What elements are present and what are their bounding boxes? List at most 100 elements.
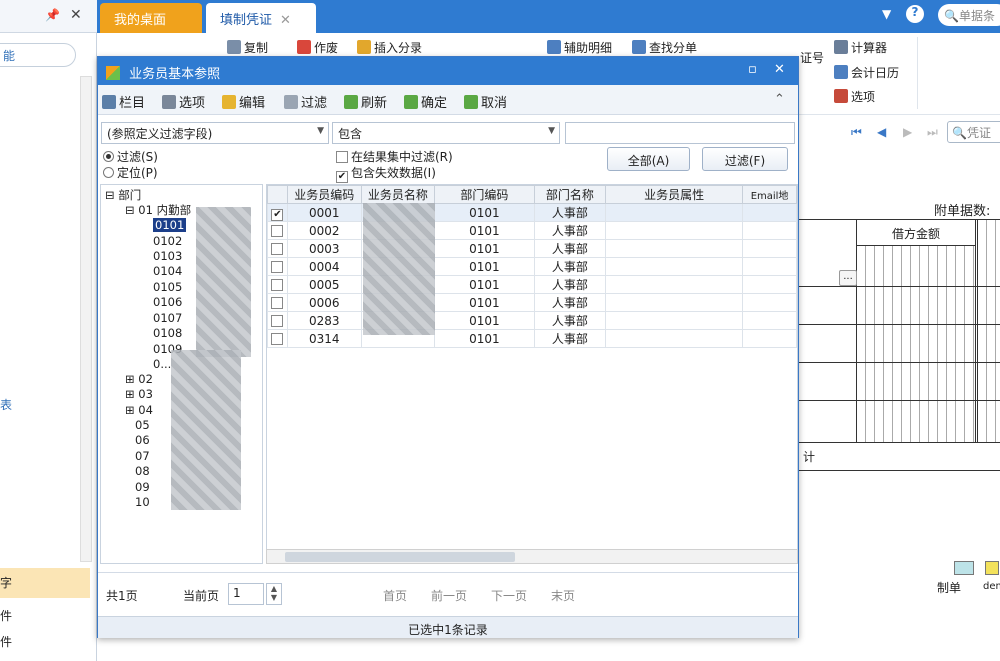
- insert-entry-button[interactable]: 插入分录: [357, 39, 422, 56]
- col-header[interactable]: 部门名称: [533, 185, 607, 204]
- horizontal-scrollbar[interactable]: [266, 549, 798, 564]
- tree-node-collapsed[interactable]: ⊞ 04: [125, 403, 153, 417]
- help-icon[interactable]: ?: [906, 5, 924, 23]
- table-row[interactable]: 0005 0101 人事部: [267, 275, 797, 294]
- table-row[interactable]: 0002 0101 人事部: [267, 221, 797, 240]
- dropdown-icon[interactable]: ▼: [882, 7, 891, 21]
- table-row[interactable]: 0314 0101 人事部: [267, 329, 797, 348]
- cancel-button[interactable]: 取消: [464, 92, 507, 111]
- close-tab-icon[interactable]: ✕: [280, 13, 291, 28]
- include-invalid-checkbox[interactable]: ✔ 包含失效数据(I): [336, 164, 436, 183]
- left-pane-scrollbar[interactable]: [80, 76, 92, 562]
- row-checkbox[interactable]: [267, 311, 288, 330]
- note-icon[interactable]: [985, 561, 999, 575]
- current-page-input[interactable]: 1: [228, 583, 264, 605]
- close-icon[interactable]: ✕: [70, 7, 82, 23]
- filter-apply-button[interactable]: 过滤(F): [702, 147, 788, 171]
- tree-node[interactable]: 10: [135, 495, 150, 509]
- next-icon[interactable]: ▶: [903, 125, 912, 139]
- tree-node[interactable]: 0108: [153, 326, 182, 340]
- tree-node[interactable]: 05: [135, 418, 150, 432]
- void-button[interactable]: 作废: [297, 39, 338, 56]
- row-checkbox[interactable]: ✔: [267, 203, 288, 222]
- row-checkbox[interactable]: [267, 239, 288, 258]
- options-button[interactable]: 选项: [162, 92, 205, 111]
- left-pane-item-selected[interactable]: 字: [0, 568, 90, 598]
- radio-locate[interactable]: 定位(P): [103, 164, 158, 181]
- result-set-filter-checkbox[interactable]: 在结果集中过滤(R): [336, 148, 453, 165]
- row-checkbox[interactable]: [267, 275, 288, 294]
- tree-node[interactable]: 0104: [153, 264, 182, 278]
- last-page-icon[interactable]: ⏭: [927, 125, 938, 140]
- calendar-button[interactable]: 会计日历: [834, 64, 899, 81]
- table-row[interactable]: ✔ 0001 0101 人事部: [267, 203, 797, 222]
- calculator-button[interactable]: 计算器: [834, 39, 887, 56]
- tab-voucher-entry[interactable]: 填制凭证 ✕: [206, 3, 316, 33]
- radio-filter[interactable]: 过滤(S): [103, 148, 158, 165]
- copy-button[interactable]: 复制: [227, 39, 268, 56]
- table-row[interactable]: 0004 0101 人事部: [267, 257, 797, 276]
- all-button[interactable]: 全部(A): [607, 147, 690, 171]
- row-checkbox[interactable]: [267, 221, 288, 240]
- filter-operator-select[interactable]: 包含 ▼: [332, 122, 560, 144]
- tree-node[interactable]: 0106: [153, 295, 182, 309]
- col-header[interactable]: 部门编码: [434, 185, 535, 204]
- tree-node[interactable]: 0105: [153, 280, 182, 294]
- tree-node[interactable]: 06: [135, 433, 150, 447]
- filter-value-input[interactable]: [565, 122, 795, 144]
- table-row[interactable]: 0003 0101 人事部: [267, 239, 797, 258]
- left-pane-item[interactable]: 件: [0, 633, 12, 650]
- tree-node[interactable]: 0107: [153, 311, 182, 325]
- col-header[interactable]: 业务员属性: [605, 185, 744, 204]
- next-page-link[interactable]: 下一页: [491, 587, 527, 604]
- tree-node[interactable]: 08: [135, 464, 150, 478]
- pin-icon[interactable]: 📌: [45, 8, 60, 22]
- refresh-button[interactable]: 刷新: [344, 92, 387, 111]
- tree-node[interactable]: 0102: [153, 234, 182, 248]
- tree-node-selected[interactable]: 0101: [153, 218, 187, 232]
- tree-node-collapsed[interactable]: ⊞ 03: [125, 387, 153, 401]
- tab-home[interactable]: 我的桌面: [100, 3, 202, 33]
- tree-node-collapsed[interactable]: ⊞ 02: [125, 372, 153, 386]
- first-page-link[interactable]: 首页: [383, 587, 407, 604]
- ellipsis-button[interactable]: ...: [839, 270, 857, 286]
- tree-node-01[interactable]: ⊟ 01 内勤部: [125, 202, 191, 218]
- col-header[interactable]: Email地: [742, 185, 797, 204]
- columns-button[interactable]: 栏目: [102, 92, 145, 111]
- voucher-search-input[interactable]: 🔍凭证: [947, 121, 1000, 143]
- maximize-icon[interactable]: ▫: [748, 62, 757, 77]
- options-button[interactable]: 选项: [834, 88, 875, 105]
- tree-root[interactable]: ⊟ 部门: [105, 187, 141, 203]
- page-stepper[interactable]: ▲ ▼: [266, 583, 282, 605]
- prev-icon[interactable]: ◀: [877, 125, 886, 139]
- row-checkbox[interactable]: [267, 257, 288, 276]
- tree-node[interactable]: 0...: [153, 357, 171, 371]
- filter-button[interactable]: 过滤: [284, 92, 327, 111]
- find-entry-button[interactable]: 查找分单: [632, 39, 697, 56]
- prev-page-link[interactable]: 前一页: [431, 587, 467, 604]
- table-row[interactable]: 0283 0101 人事部: [267, 311, 797, 330]
- global-search-input[interactable]: 🔍单据条: [938, 4, 1000, 26]
- dialog-titlebar[interactable]: 业务员基本参照 ▫ ✕: [98, 57, 798, 85]
- close-dialog-icon[interactable]: ✕: [774, 62, 785, 77]
- table-row[interactable]: 0006 0101 人事部: [267, 293, 797, 312]
- collapse-toolbar-icon[interactable]: ⌃: [774, 92, 785, 107]
- last-page-link[interactable]: 末页: [551, 587, 575, 604]
- confirm-button[interactable]: 确定: [404, 92, 447, 111]
- left-pane-item[interactable]: 件: [0, 607, 12, 624]
- tree-node[interactable]: 0103: [153, 249, 182, 263]
- note-icon[interactable]: [954, 561, 974, 575]
- first-page-icon[interactable]: ⏮: [851, 125, 862, 140]
- left-pane-search[interactable]: 能: [0, 43, 76, 67]
- scrollbar-thumb[interactable]: [285, 552, 515, 562]
- col-header[interactable]: 业务员名称: [360, 185, 436, 204]
- aux-detail-button[interactable]: 辅助明细: [547, 39, 612, 56]
- row-checkbox[interactable]: [267, 293, 288, 312]
- filter-field-select[interactable]: (参照定义过滤字段) ▼: [101, 122, 329, 144]
- edit-button[interactable]: 编辑: [222, 92, 265, 111]
- tree-node[interactable]: 09: [135, 480, 150, 494]
- tree-node[interactable]: 07: [135, 449, 150, 463]
- row-checkbox[interactable]: [267, 329, 288, 348]
- col-header[interactable]: 业务员编码: [286, 185, 362, 204]
- left-pane-item[interactable]: 表: [0, 396, 12, 413]
